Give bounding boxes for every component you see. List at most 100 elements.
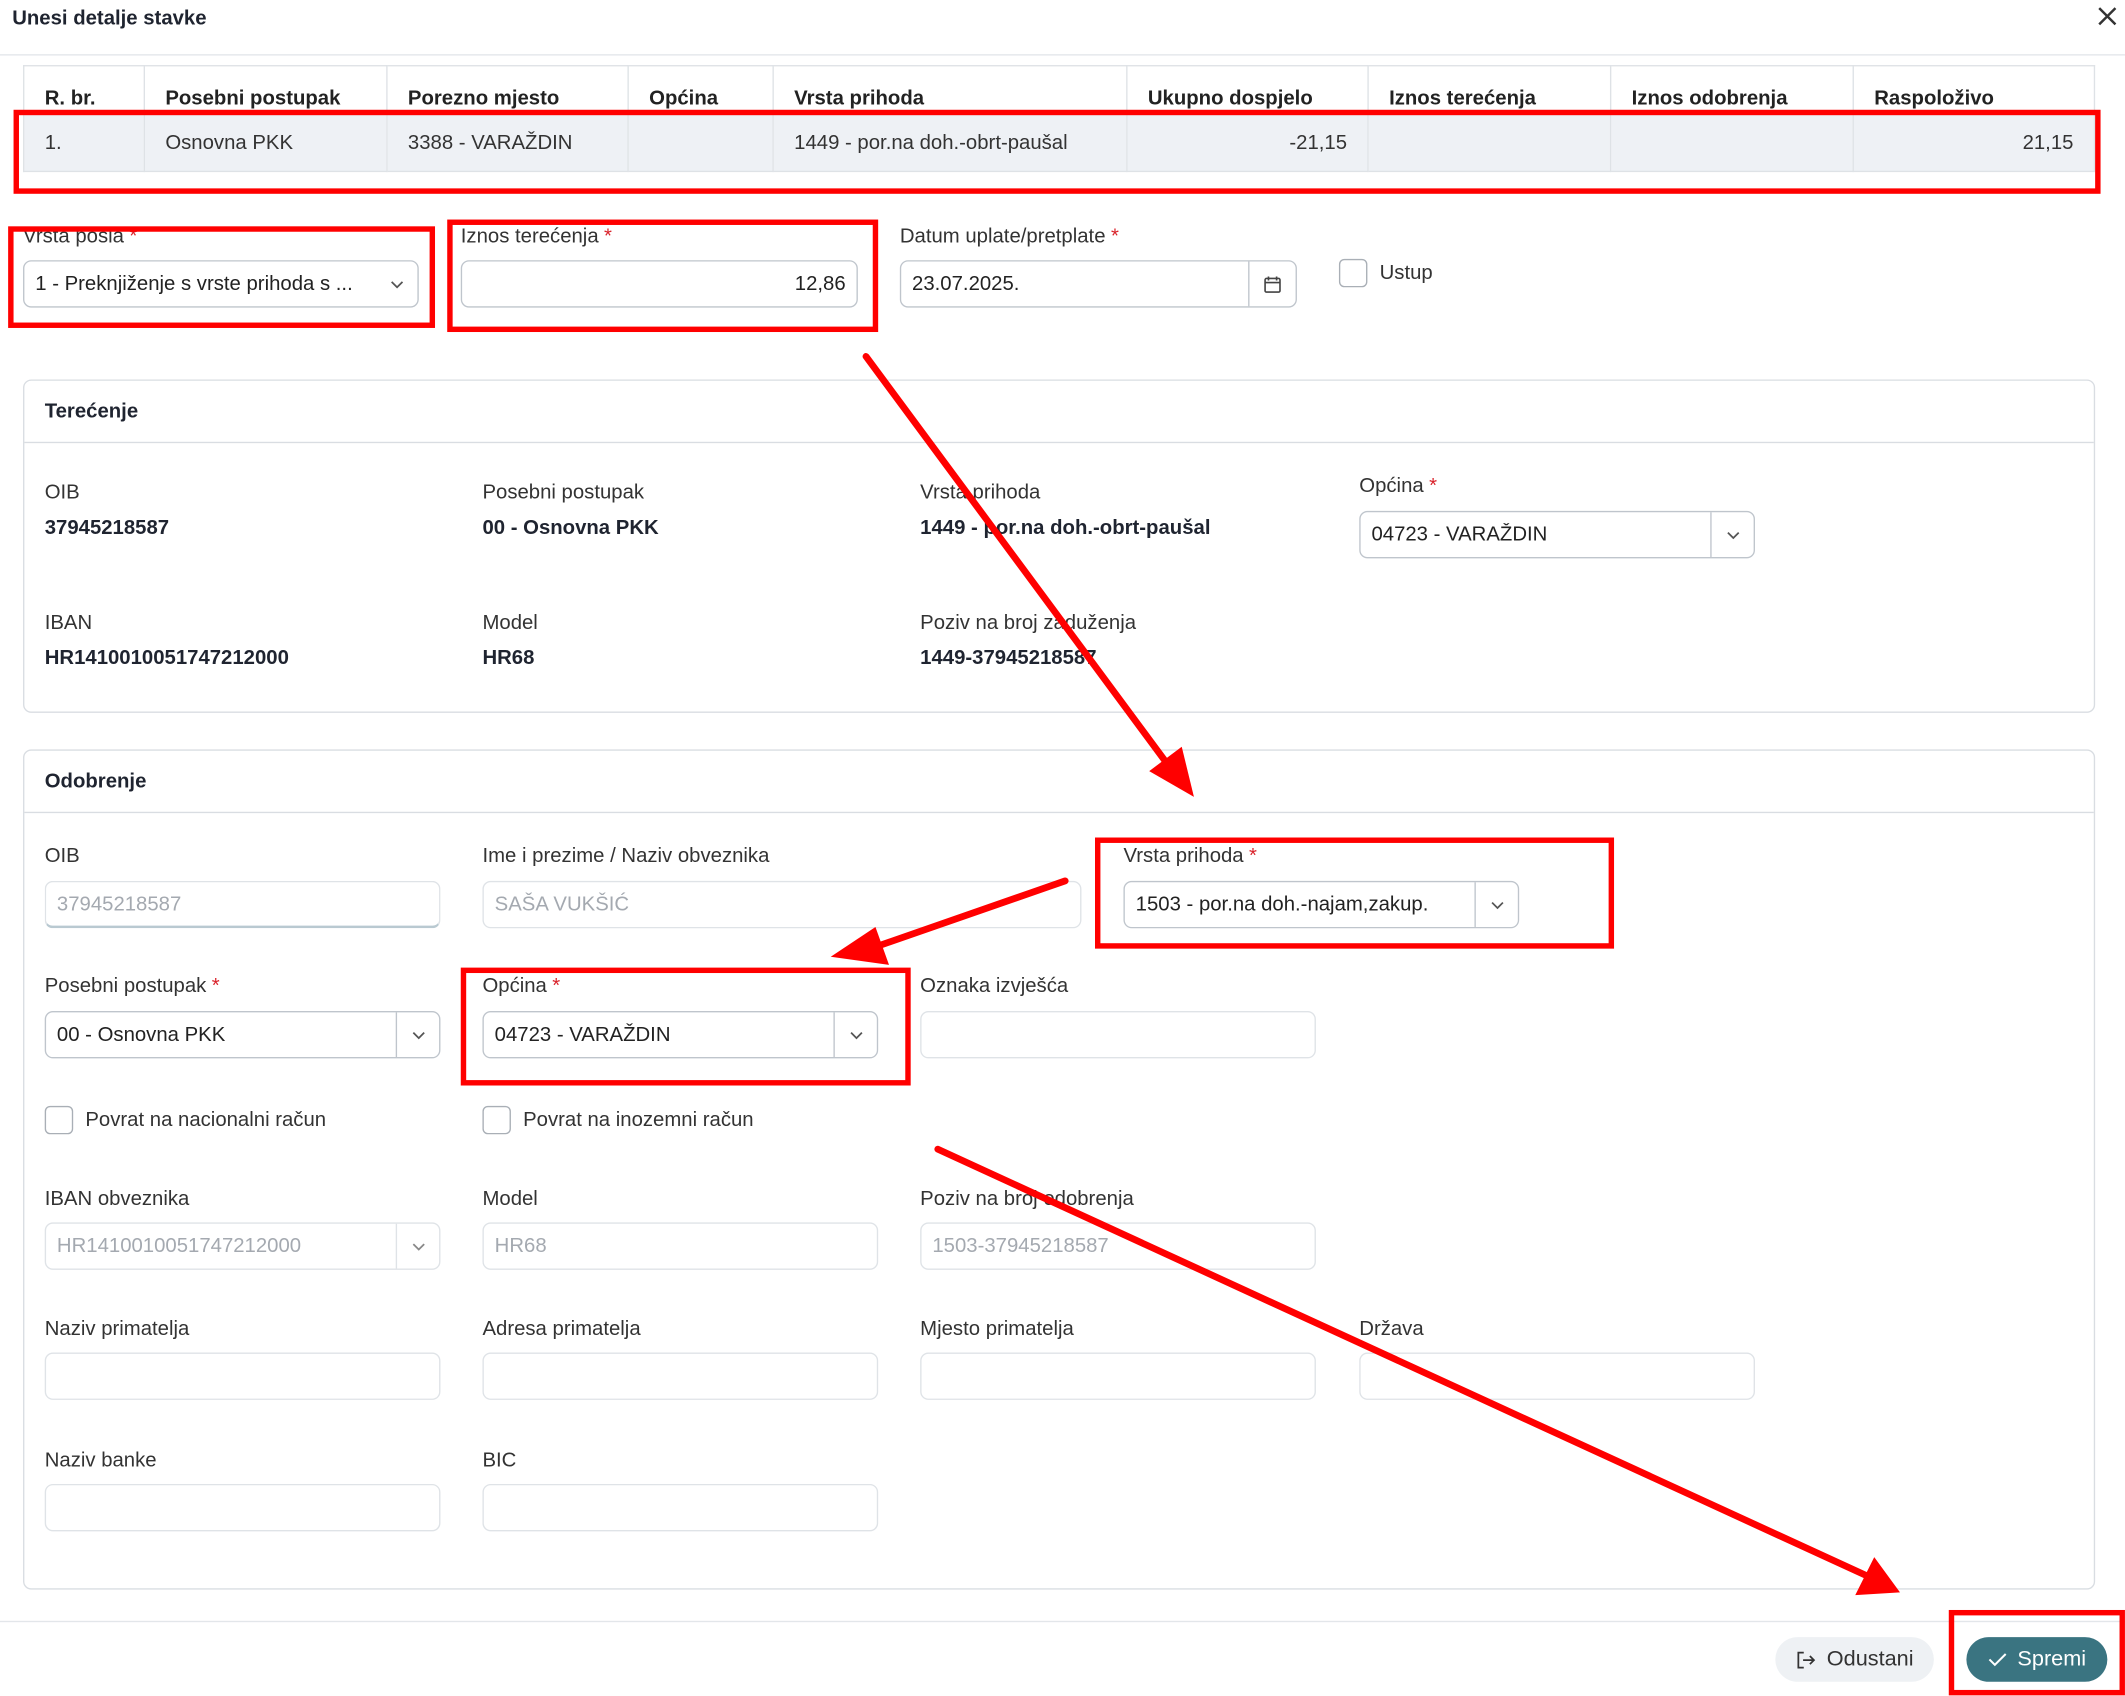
povrat-nacionalni-checkbox[interactable] <box>44 1105 74 1135</box>
odobrenje-iban-select[interactable]: HR1410010051747212000 <box>44 1222 441 1270</box>
save-button-label: Spremi <box>2017 1647 2087 1671</box>
odobrenje-iban-label: IBAN obveznika <box>44 1187 190 1211</box>
naziv-primatelja-input[interactable] <box>44 1352 441 1400</box>
table-cell: 3388 - VARAŽDIN <box>386 112 629 173</box>
column-header[interactable]: Ukupno dospjelo <box>1126 65 1369 114</box>
table-cell <box>1609 112 1854 173</box>
chevron-down-icon[interactable] <box>375 262 417 307</box>
column-header[interactable]: Raspoloživo <box>1852 65 2096 114</box>
logout-icon <box>1796 1650 1816 1669</box>
column-header[interactable]: Posebni postupak <box>143 65 388 114</box>
column-header[interactable]: Iznos odobrenja <box>1609 65 1854 114</box>
odobrenje-poziv-input[interactable]: 1503-37945218587 <box>920 1222 1316 1270</box>
odobrenje-header <box>24 751 2094 814</box>
terecenje-opcina-value: 04723 - VARAŽDIN <box>1371 523 1548 547</box>
close-icon[interactable] <box>2094 5 2121 32</box>
chevron-down-icon[interactable] <box>395 1223 439 1269</box>
chevron-down-icon[interactable] <box>395 1012 439 1058</box>
bic-input[interactable] <box>482 1483 879 1532</box>
povrat-inozemni-label: Povrat na inozemni račun <box>523 1108 754 1132</box>
terecenje-header <box>24 381 2094 444</box>
column-header[interactable]: Iznos terećenja <box>1367 65 1612 114</box>
column-header[interactable]: Općina <box>627 65 774 114</box>
vrsta-posla-label: Vrsta posla * <box>23 224 138 249</box>
odobrenje-posebni-postupak-value: 00 - Osnovna PKK <box>56 1023 226 1047</box>
datum-uplate-input[interactable]: 23.07.2025. <box>899 260 1297 308</box>
vrsta-posla-select[interactable]: 1 - Preknjiženje s vrste prihoda s ... <box>23 260 419 308</box>
items-table: R. br. Posebni postupak Porezno mjesto O… <box>23 65 2096 173</box>
odobrenje-poziv-label: Poziv na broj odobrenja <box>920 1187 1134 1211</box>
terecenje-iban-label: IBAN <box>44 611 93 635</box>
odobrenje-opcina-select[interactable]: 04723 - VARAŽDIN <box>482 1010 879 1059</box>
terecenje-posebni-postupak-value: 00 - Osnovna PKK <box>482 516 659 540</box>
odobrenje-opcina-label: Općina * <box>482 974 561 998</box>
terecenje-opcina-label: Općina * <box>1359 474 1438 498</box>
adresa-primatelja-label: Adresa primatelja <box>482 1317 641 1341</box>
column-header[interactable]: R. br. <box>23 65 146 114</box>
terecenje-posebni-postupak-label: Posebni postupak <box>482 481 645 505</box>
chevron-down-icon[interactable] <box>1710 512 1753 557</box>
terecenje-iban-value: HR1410010051747212000 <box>44 646 289 670</box>
column-header[interactable]: Vrsta prihoda <box>772 65 1128 114</box>
datum-uplate-label: Datum uplate/pretplate * <box>899 224 1119 249</box>
table-cell <box>627 112 774 173</box>
check-icon <box>1988 1652 2007 1667</box>
table-header-row: R. br. Posebni postupak Porezno mjesto O… <box>23 65 2096 114</box>
odobrenje-model-input[interactable]: HR68 <box>482 1222 879 1270</box>
table-cell: -21,15 <box>1126 112 1369 173</box>
odobrenje-ime-input[interactable]: SAŠA VUKŠIĆ <box>482 880 1082 929</box>
table-cell: Osnovna PKK <box>143 112 388 173</box>
povrat-inozemni-checkbox[interactable] <box>482 1105 511 1135</box>
drzava-input[interactable] <box>1359 1352 1755 1400</box>
dialog-title: Unesi detalje stavke <box>12 6 207 30</box>
chevron-down-icon[interactable] <box>1474 882 1517 927</box>
footer-divider <box>0 1620 2125 1623</box>
column-header[interactable]: Porezno mjesto <box>386 65 629 114</box>
datum-uplate-value: 23.07.2025. <box>912 272 1020 296</box>
cancel-button[interactable]: Odustani <box>1775 1637 1934 1682</box>
odobrenje-oznaka-label: Oznaka izvješća <box>920 974 1069 998</box>
vrsta-posla-value: 1 - Preknjiženje s vrste prihoda s ... <box>35 272 353 296</box>
terecenje-poziv-label: Poziv na broj zaduženja <box>920 611 1137 635</box>
naziv-banke-input[interactable] <box>44 1483 441 1532</box>
calendar-icon[interactable] <box>1248 261 1295 307</box>
odobrenje-vrsta-prihoda-select[interactable]: 1503 - por.na doh.-najam,zakup. <box>1123 880 1520 929</box>
naziv-primatelja-label: Naziv primatelja <box>44 1317 190 1341</box>
naziv-banke-label: Naziv banke <box>44 1448 157 1472</box>
iznos-terecenja-input[interactable]: 12,86 <box>460 260 858 308</box>
drzava-label: Država <box>1359 1317 1424 1341</box>
mjesto-primatelja-input[interactable] <box>920 1352 1316 1400</box>
odobrenje-oznaka-input[interactable] <box>920 1010 1316 1059</box>
terecenje-opcina-select[interactable]: 04723 - VARAŽDIN <box>1359 510 1755 559</box>
terecenje-vrsta-prihoda-value: 1449 - por.na doh.-obrt-paušal <box>920 516 1211 540</box>
odobrenje-oib-label: OIB <box>44 844 80 868</box>
adresa-primatelja-input[interactable] <box>482 1352 879 1400</box>
odobrenje-vrsta-prihoda-label: Vrsta prihoda * <box>1123 844 1257 868</box>
terecenje-oib-label: OIB <box>44 481 80 505</box>
ustup-checkbox[interactable] <box>1338 258 1368 288</box>
table-cell: 21,15 <box>1852 112 2096 173</box>
odobrenje-posebni-postupak-label: Posebni postupak * <box>44 974 220 998</box>
terecenje-model-label: Model <box>482 611 538 635</box>
table-row[interactable]: 1. Osnovna PKK 3388 - VARAŽDIN 1449 - po… <box>23 112 2096 173</box>
cancel-button-label: Odustani <box>1826 1647 1914 1671</box>
odobrenje-opcina-value: 04723 - VARAŽDIN <box>494 1023 671 1047</box>
ustup-label: Ustup <box>1379 261 1433 285</box>
terecenje-title: Terećenje <box>44 399 139 423</box>
save-button[interactable]: Spremi <box>1966 1637 2108 1682</box>
odobrenje-posebni-postupak-select[interactable]: 00 - Osnovna PKK <box>44 1010 441 1059</box>
chevron-down-icon[interactable] <box>833 1012 876 1058</box>
odobrenje-oib-input[interactable]: 37945218587 <box>44 880 441 929</box>
mjesto-primatelja-label: Mjesto primatelja <box>920 1317 1074 1341</box>
terecenje-poziv-value: 1449-37945218587 <box>920 646 1097 670</box>
terecenje-vrsta-prihoda-label: Vrsta prihoda <box>920 481 1041 505</box>
header-divider <box>0 54 2125 56</box>
table-cell <box>1367 112 1612 173</box>
odobrenje-panel: Odobrenje <box>23 749 2096 1590</box>
odobrenje-iban-value: HR1410010051747212000 <box>56 1234 302 1258</box>
iznos-terecenja-label: Iznos terećenja * <box>460 224 612 249</box>
terecenje-model-value: HR68 <box>482 646 535 670</box>
odobrenje-model-label: Model <box>482 1187 538 1211</box>
povrat-nacionalni-label: Povrat na nacionalni račun <box>85 1108 327 1132</box>
odobrenje-title: Odobrenje <box>44 769 147 793</box>
